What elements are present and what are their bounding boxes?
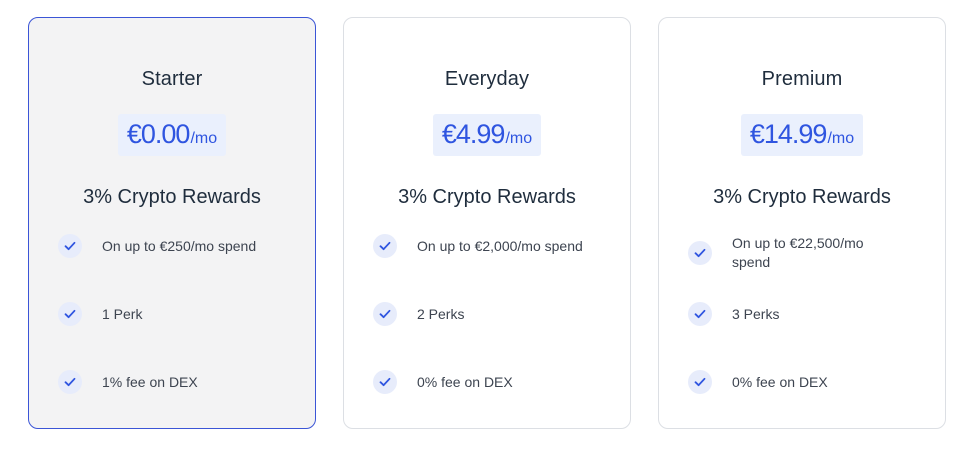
- plan-card-starter[interactable]: Starter €0.00/mo 3% Crypto Rewards On up…: [28, 17, 316, 429]
- plan-name: Everyday: [444, 68, 530, 90]
- feature-text: 0% fee on DEX: [417, 373, 513, 390]
- plan-card-everyday[interactable]: Everyday €4.99/mo 3% Crypto Rewards On u…: [343, 17, 631, 429]
- check-icon: [58, 370, 82, 394]
- feature-item: 0% fee on DEX: [688, 370, 928, 394]
- pricing-plans: Starter €0.00/mo 3% Crypto Rewards On up…: [0, 0, 978, 457]
- feature-item: 0% fee on DEX: [373, 370, 613, 394]
- feature-item: On up to €22,500/mo spend: [688, 234, 928, 272]
- plan-name: Starter: [141, 68, 203, 90]
- price-badge: €4.99/mo: [432, 114, 542, 156]
- check-icon: [688, 302, 712, 326]
- price-container: €4.99/mo: [344, 114, 630, 156]
- price-container: €0.00/mo: [29, 114, 315, 156]
- plan-card-premium[interactable]: Premium €14.99/mo 3% Crypto Rewards On u…: [658, 17, 946, 429]
- check-icon: [373, 302, 397, 326]
- feature-item: 3 Perks: [688, 302, 928, 326]
- price-container: €14.99/mo: [659, 114, 945, 156]
- feature-text: 1 Perk: [102, 305, 143, 322]
- feature-item: On up to €2,000/mo spend: [373, 234, 613, 258]
- feature-text: On up to €2,000/mo spend: [417, 237, 583, 254]
- feature-text: 2 Perks: [417, 305, 465, 322]
- price-period: /mo: [827, 130, 855, 147]
- rewards-heading: 3% Crypto Rewards: [83, 186, 261, 208]
- feature-text: On up to €22,500/mo spend: [732, 235, 864, 270]
- feature-text: 3 Perks: [732, 305, 780, 322]
- feature-item: On up to €250/mo spend: [58, 234, 298, 258]
- feature-text: 0% fee on DEX: [732, 373, 828, 390]
- feature-item: 1 Perk: [58, 302, 298, 326]
- price-amount: €4.99: [441, 119, 506, 149]
- price-amount: €14.99: [749, 119, 828, 149]
- price-badge: €14.99/mo: [740, 114, 864, 156]
- price-amount: €0.00: [126, 119, 191, 149]
- check-icon: [373, 370, 397, 394]
- price-period: /mo: [505, 130, 533, 147]
- feature-item: 1% fee on DEX: [58, 370, 298, 394]
- check-icon: [688, 241, 712, 265]
- feature-text: 1% fee on DEX: [102, 373, 198, 390]
- rewards-heading: 3% Crypto Rewards: [398, 186, 576, 208]
- feature-text: On up to €250/mo spend: [102, 237, 257, 254]
- check-icon: [58, 234, 82, 258]
- plan-name: Premium: [761, 68, 843, 90]
- price-badge: €0.00/mo: [117, 114, 227, 156]
- rewards-heading: 3% Crypto Rewards: [713, 186, 891, 208]
- check-icon: [688, 370, 712, 394]
- check-icon: [373, 234, 397, 258]
- price-period: /mo: [190, 130, 218, 147]
- check-icon: [58, 302, 82, 326]
- feature-item: 2 Perks: [373, 302, 613, 326]
